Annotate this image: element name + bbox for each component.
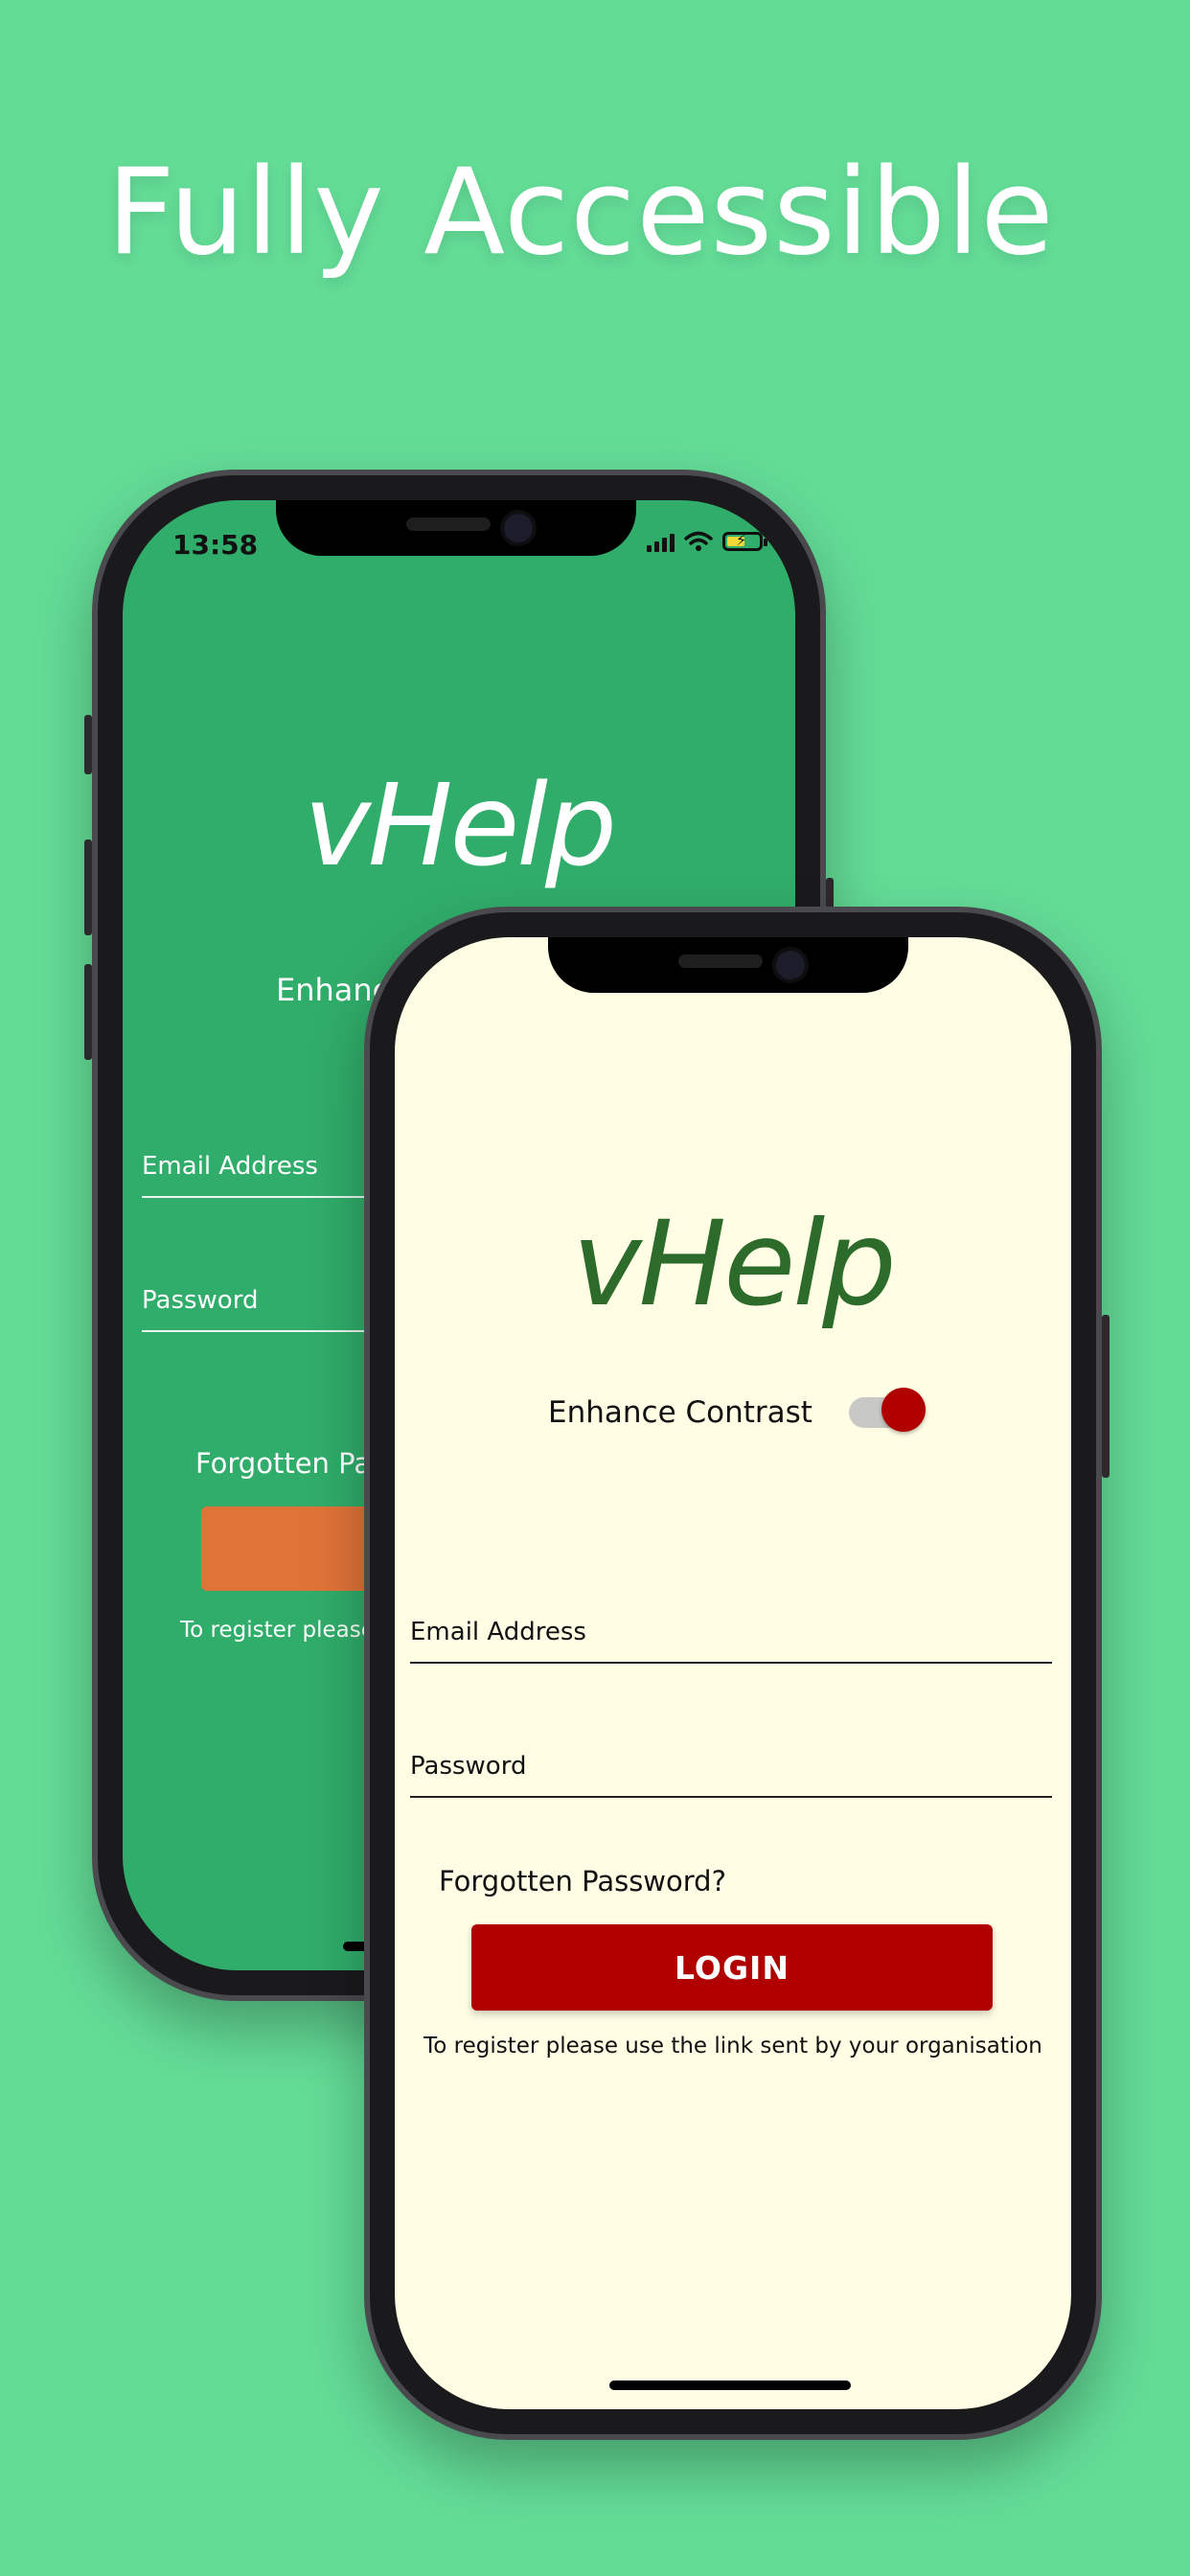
enhance-contrast-label: Enhance Contrast bbox=[548, 1395, 812, 1430]
notch bbox=[548, 937, 908, 993]
wifi-icon bbox=[684, 531, 713, 551]
vhelp-logo: vHelp bbox=[304, 759, 617, 891]
camera-icon bbox=[500, 510, 537, 546]
password-field-label: Password bbox=[410, 1752, 527, 1781]
password-field[interactable] bbox=[410, 1796, 1052, 1798]
front-screen: vHelp Enhance Contrast Email Address Pas… bbox=[395, 937, 1071, 2409]
notch bbox=[276, 500, 636, 556]
speaker-grille bbox=[678, 954, 763, 968]
status-icons: ⚡ bbox=[647, 531, 767, 552]
login-button[interactable]: LOGIN bbox=[471, 1924, 993, 2011]
battery-charging-icon: ⚡ bbox=[722, 531, 767, 551]
enhance-contrast-toggle[interactable] bbox=[848, 1388, 926, 1432]
mute-switch bbox=[84, 715, 92, 774]
register-info-text: To register please use the link sent by … bbox=[423, 2034, 1042, 2058]
email-field-label: Email Address bbox=[142, 1152, 318, 1181]
vhelp-logo: vHelp bbox=[572, 1196, 896, 1332]
enhance-contrast-row: Enhance Contrast bbox=[548, 1388, 926, 1432]
speaker-grille bbox=[406, 518, 491, 531]
headline: Fully Accessible bbox=[106, 144, 1055, 282]
camera-icon bbox=[772, 947, 809, 983]
forgot-password-link[interactable]: Forgotten Password? bbox=[439, 1865, 726, 1898]
volume-down-button bbox=[84, 964, 92, 1060]
home-indicator bbox=[609, 2380, 851, 2390]
toggle-knob bbox=[881, 1388, 926, 1432]
email-field-label: Email Address bbox=[410, 1618, 586, 1646]
phone-front: vHelp Enhance Contrast Email Address Pas… bbox=[364, 907, 1110, 2440]
volume-up-button bbox=[84, 840, 92, 935]
email-field[interactable] bbox=[410, 1662, 1052, 1664]
power-button bbox=[1102, 1315, 1110, 1478]
password-field-label: Password bbox=[142, 1286, 259, 1315]
status-time: 13:58 bbox=[172, 529, 259, 561]
cellular-signal-icon bbox=[647, 531, 675, 552]
